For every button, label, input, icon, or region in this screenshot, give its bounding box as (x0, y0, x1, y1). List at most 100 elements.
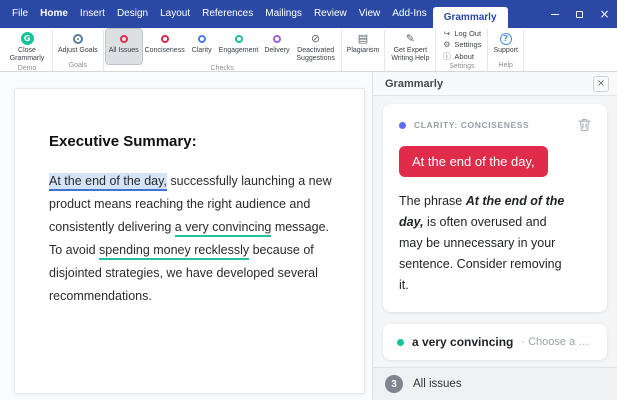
group-label-plagiarism (344, 61, 383, 71)
support-button[interactable]: ? Support (490, 29, 521, 61)
titlebar: File Home Insert Design Layout Reference… (0, 0, 617, 28)
button-label: Settings (454, 40, 482, 49)
next-suggestion-card[interactable]: a very convincing · Choose a diff... (383, 324, 607, 360)
get-expert-writing-help-button[interactable]: ✎ Get Expert Writing Help (387, 29, 433, 64)
info-icon: ⓘ (442, 52, 451, 61)
button-label: Plagiarism (346, 47, 380, 54)
menu-mailings[interactable]: Mailings (259, 0, 308, 28)
all-issues-icon (119, 34, 128, 43)
issue-count-badge: 3 (385, 375, 403, 393)
engagement-dot-icon (397, 338, 404, 346)
window-controls: × (542, 0, 617, 28)
about-button[interactable]: ⓘ About (442, 51, 481, 62)
document-area: Executive Summary: At the end of the day… (0, 72, 372, 400)
menu-design[interactable]: Design (111, 0, 154, 28)
menu-add-ins[interactable]: Add-Ins (386, 0, 432, 28)
delivery-button[interactable]: Delivery (261, 29, 292, 64)
close-grammarly-button[interactable]: G Close Grammarly (4, 29, 50, 64)
separator: · (521, 336, 526, 348)
menubar: File Home Insert Design Layout Reference… (0, 0, 508, 28)
engagement-icon (234, 34, 243, 43)
suggestion-card: CLARITY: CONCISENESS At the end of the d… (383, 104, 607, 312)
ribbon-group-help: ? Support Help (488, 29, 524, 71)
minimize-icon (550, 13, 559, 15)
underlined-phrase-2[interactable]: spending money recklessly (99, 243, 250, 260)
log-out-button[interactable]: ↪ Log Out (442, 29, 481, 38)
plagiarism-button[interactable]: ▤ Plagiarism (344, 29, 383, 61)
close-icon: × (599, 7, 610, 21)
settings-button[interactable]: ⚙ Settings (442, 40, 481, 49)
suggestion-card-header: CLARITY: CONCISENESS (399, 118, 591, 132)
suggestion-category: CLARITY: CONCISENESS (414, 120, 530, 130)
engagement-button[interactable]: Engagement (216, 29, 262, 64)
panel-header: Grammarly × (373, 72, 617, 96)
logout-icon: ↪ (443, 29, 451, 38)
target-icon (72, 33, 83, 44)
main-content: Executive Summary: At the end of the day… (0, 72, 617, 400)
ribbon-group-demo: G Close Grammarly Demo (2, 29, 53, 72)
deactivated-suggestions-button[interactable]: ⊘ Deactivated Suggestions (293, 29, 339, 64)
pencil-icon: ✎ (405, 32, 415, 45)
panel-close-button[interactable]: × (593, 75, 609, 92)
document-page[interactable]: Executive Summary: At the end of the day… (14, 88, 365, 394)
button-label: Engagement (218, 47, 259, 54)
next-suggestion-text: a very convincing (412, 335, 514, 349)
document-icon: ▤ (357, 32, 369, 45)
button-label: All Issues (108, 47, 139, 54)
menu-file[interactable]: File (6, 0, 34, 28)
menu-insert[interactable]: Insert (74, 0, 111, 28)
menu-home[interactable]: Home (34, 0, 74, 28)
menu-references[interactable]: References (196, 0, 259, 28)
gear-icon: ⚙ (443, 40, 451, 49)
button-label: Delivery (264, 47, 290, 54)
word-window: File Home Insert Design Layout Reference… (0, 0, 617, 400)
button-label: Conciseness (144, 47, 185, 54)
slash-circle-icon: ⊘ (311, 32, 321, 45)
all-issues-button[interactable]: All Issues (104, 28, 143, 65)
clarity-icon (197, 34, 206, 43)
action-label: Choose a diff... (528, 336, 593, 348)
clarity-button[interactable]: Clarity (188, 29, 216, 64)
ribbon-group-settings: ↪ Log Out ⚙ Settings ⓘ About Settings (436, 29, 489, 71)
all-issues-footer[interactable]: 3 All issues (373, 367, 617, 400)
ribbon-group-writing-help: ✎ Get Expert Writing Help (385, 29, 437, 71)
group-label-settings: Settings (449, 63, 475, 70)
group-label-writing-help (387, 64, 433, 71)
ribbon-group-checks: All Issues Conciseness Clarity Engagemen… (104, 28, 342, 72)
adjust-goals-button[interactable]: Adjust Goals (55, 29, 101, 61)
panel-title: Grammarly (385, 77, 444, 90)
menu-layout[interactable]: Layout (154, 0, 196, 28)
question-icon: ? (499, 32, 512, 45)
next-suggestion-action: · Choose a diff... (521, 336, 593, 348)
clarity-dot-icon (399, 121, 406, 129)
button-label: Clarity (191, 47, 212, 54)
group-label-goals: Goals (68, 62, 87, 69)
conciseness-button[interactable]: Conciseness (142, 29, 188, 64)
button-label: Log Out (454, 29, 482, 38)
trash-icon[interactable] (578, 118, 591, 132)
button-label: Deactivated Suggestions (296, 47, 335, 62)
ribbon: G Close Grammarly Demo Adjust Goals Goal… (0, 28, 617, 72)
grammarly-panel: Grammarly × CLARITY: CONCISENESS At the … (372, 72, 617, 400)
button-label: About (454, 52, 474, 61)
explanation-text: The phrase (399, 194, 466, 208)
highlighted-phrase[interactable]: At the end of the day, (49, 173, 167, 191)
minimize-button[interactable] (542, 0, 567, 28)
maximize-icon (576, 10, 583, 18)
maximize-button[interactable] (567, 0, 592, 28)
button-label: Adjust Goals (58, 47, 98, 54)
button-label: Get Expert Writing Help (391, 47, 430, 62)
conciseness-icon (160, 34, 169, 43)
ribbon-group-goals: Adjust Goals Goals (53, 29, 104, 71)
underlined-phrase-1[interactable]: a very convincing (174, 220, 272, 237)
doc-heading: Executive Summary: (49, 133, 197, 150)
menu-review[interactable]: Review (308, 0, 353, 28)
explanation-text: is often overused and may be unnecessary… (399, 215, 562, 292)
close-window-button[interactable]: × (592, 0, 617, 28)
button-label: Support (493, 47, 518, 54)
suggestion-explanation: The phrase At the end of the day, is oft… (399, 191, 571, 296)
tab-grammarly[interactable]: Grammarly (432, 7, 508, 28)
grammarly-logo-icon: G (20, 32, 34, 45)
remove-phrase-button[interactable]: At the end of the day, (399, 146, 548, 177)
menu-view[interactable]: View (353, 0, 387, 28)
